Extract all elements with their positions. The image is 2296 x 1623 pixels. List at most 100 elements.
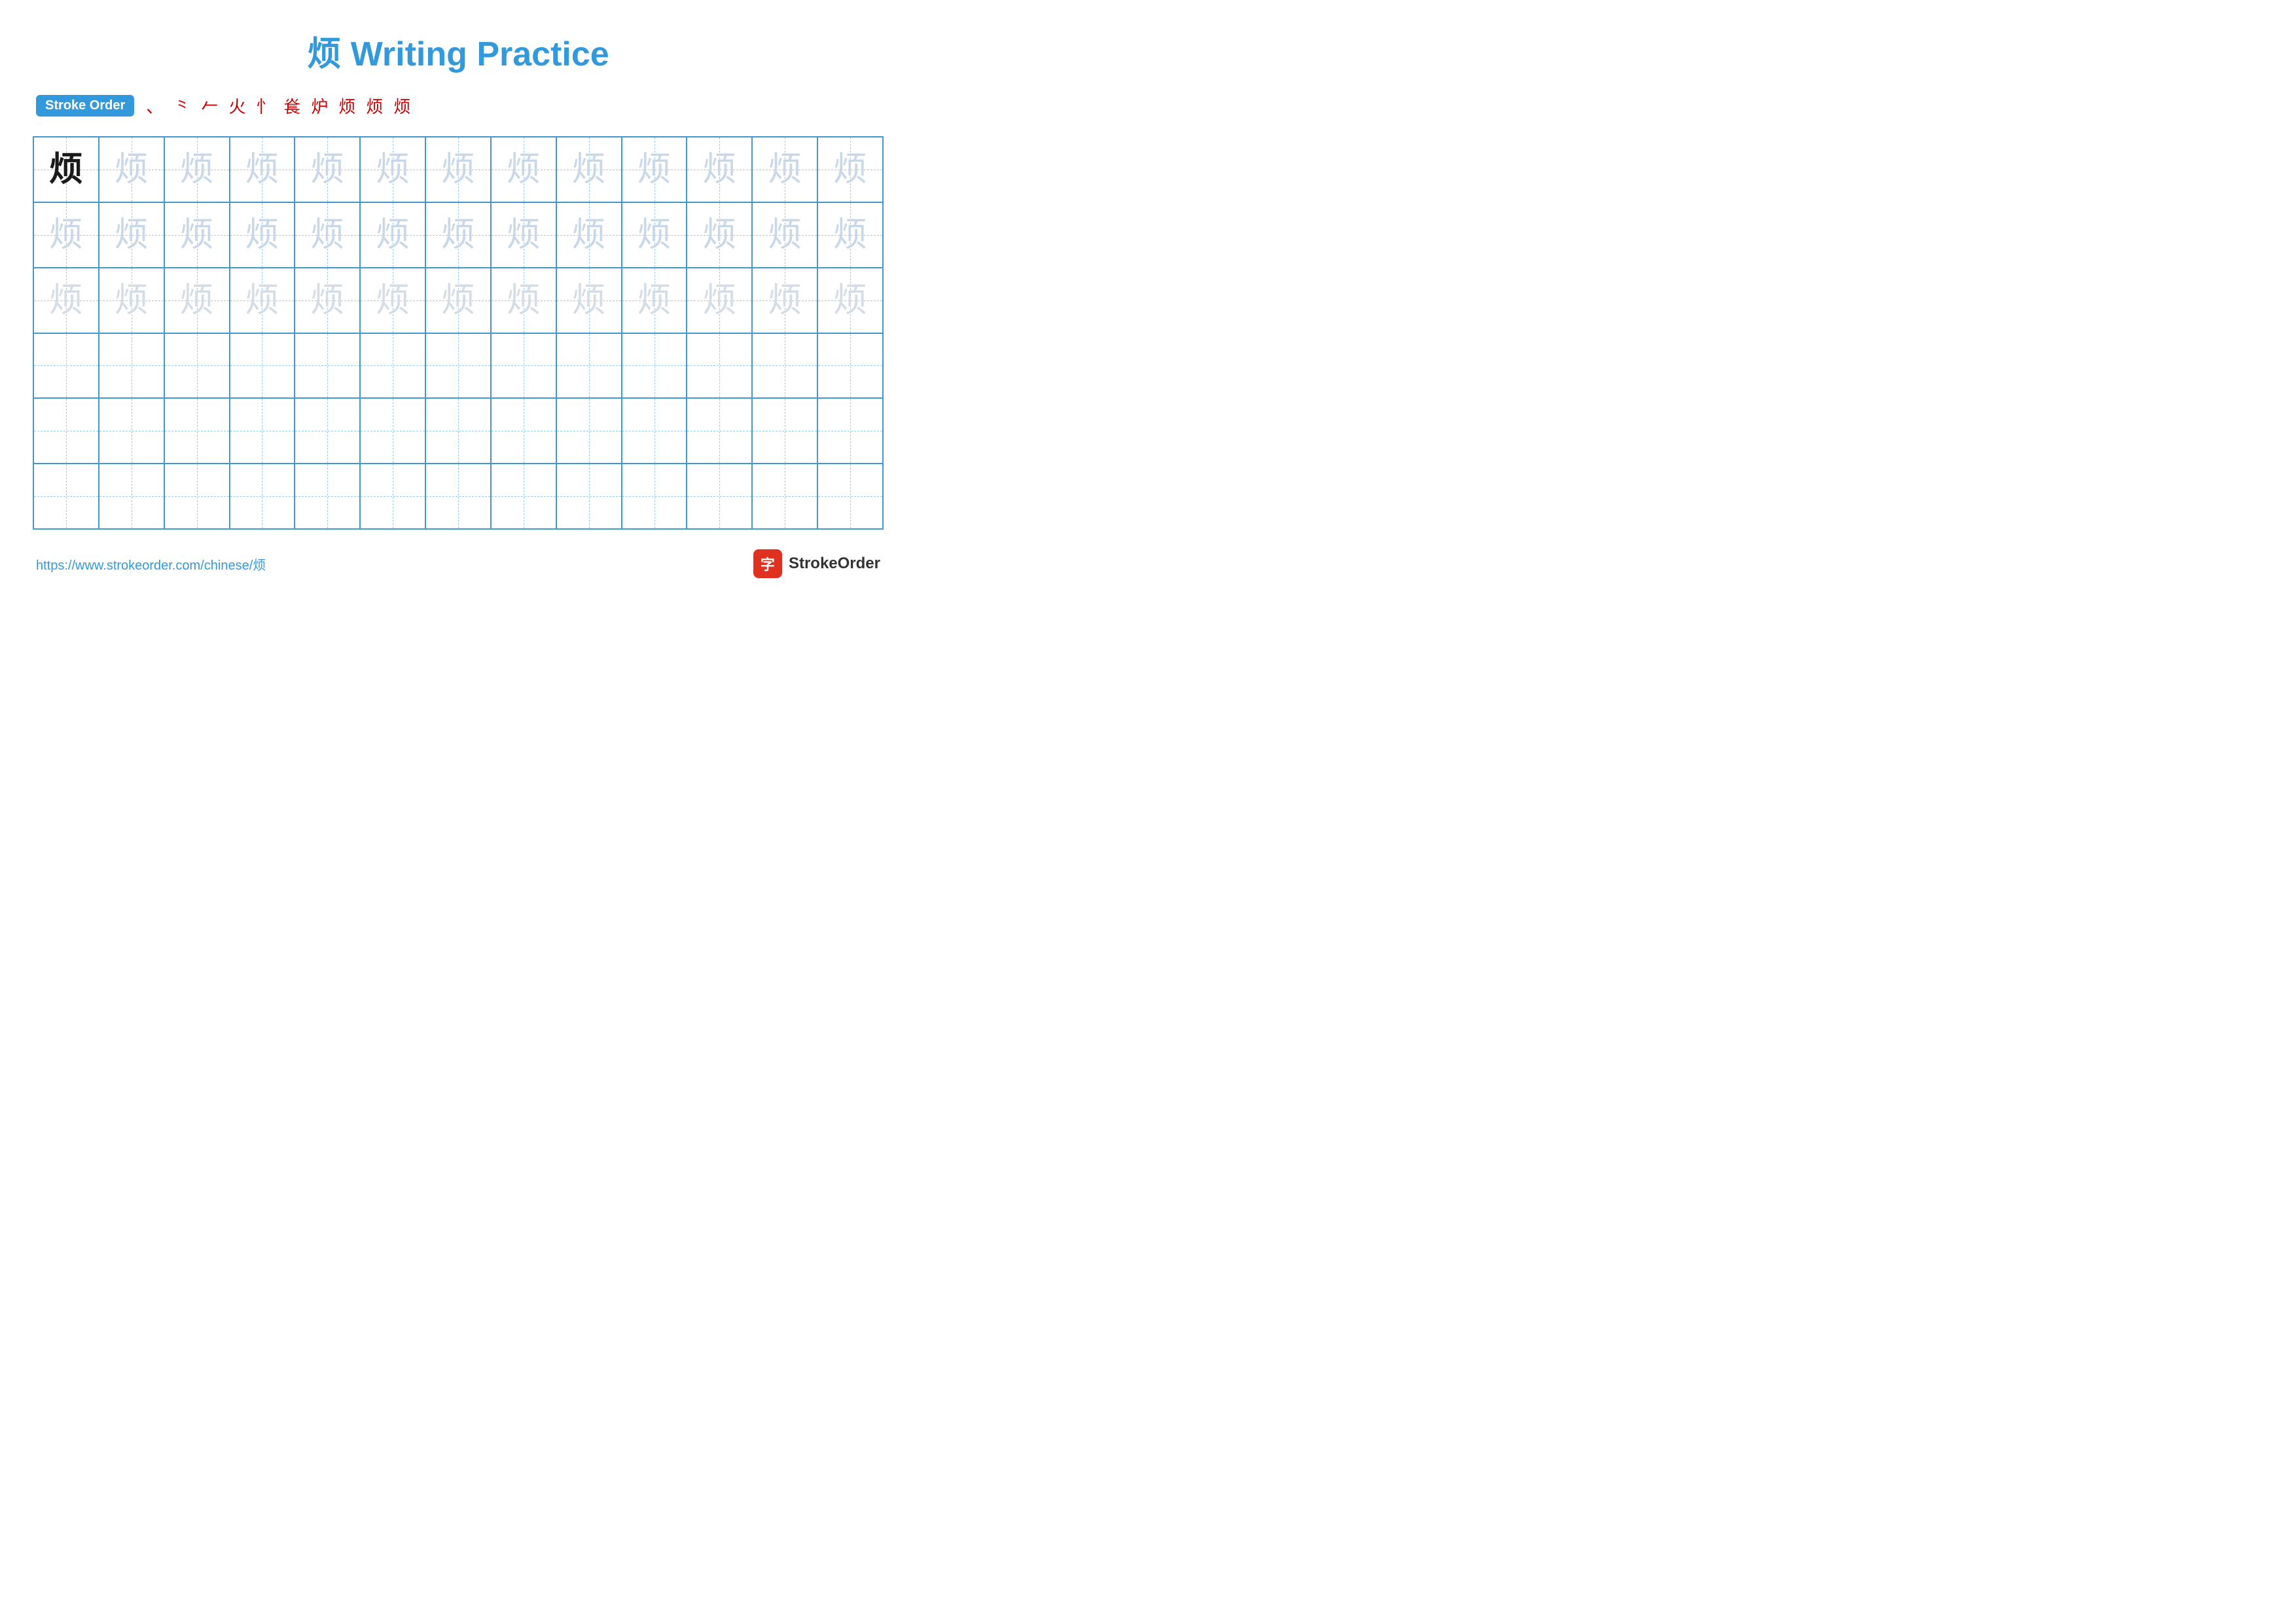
grid-row-2: 烦 烦 烦 烦 烦 烦 烦 烦 烦 烦 烦 烦 烦 — [33, 202, 883, 268]
grid-cell-r3-c13: 烦 — [817, 268, 883, 333]
grid-cell-r4-c3[interactable] — [164, 333, 230, 399]
grid-cell-r6-c3[interactable] — [164, 464, 230, 529]
grid-row-6 — [33, 464, 883, 529]
grid-cell-r1-c6: 烦 — [360, 137, 425, 202]
grid-cell-r4-c13[interactable] — [817, 333, 883, 399]
grid-cell-r6-c9[interactable] — [556, 464, 622, 529]
grid-cell-r4-c12[interactable] — [752, 333, 817, 399]
page-title: 烦 Writing Practice — [33, 26, 884, 75]
grid-cell-r4-c9[interactable] — [556, 333, 622, 399]
grid-cell-r6-c5[interactable] — [295, 464, 360, 529]
stroke-step-3: 𠂉 — [201, 94, 218, 118]
grid-cell-r5-c9[interactable] — [556, 398, 622, 464]
grid-cell-r3-c5: 烦 — [295, 268, 360, 333]
grid-cell-r1-c12: 烦 — [752, 137, 817, 202]
grid-cell-r3-c4: 烦 — [230, 268, 295, 333]
grid-cell-r1-c10: 烦 — [622, 137, 687, 202]
grid-cell-r6-c7[interactable] — [425, 464, 491, 529]
grid-cell-r5-c11[interactable] — [687, 398, 752, 464]
stroke-step-1: 、 — [146, 94, 163, 118]
grid-cell-r2-c10: 烦 — [622, 202, 687, 268]
grid-cell-r6-c11[interactable] — [687, 464, 752, 529]
grid-cell-r6-c6[interactable] — [360, 464, 425, 529]
grid-cell-r4-c5[interactable] — [295, 333, 360, 399]
stroke-step-2: ⺀ — [173, 94, 190, 118]
grid-row-1: 烦 烦 烦 烦 烦 烦 烦 烦 烦 烦 烦 烦 烦 — [33, 137, 883, 202]
grid-cell-r2-c11: 烦 — [687, 202, 752, 268]
grid-cell-r6-c4[interactable] — [230, 464, 295, 529]
grid-cell-r2-c5: 烦 — [295, 202, 360, 268]
grid-cell-r3-c2: 烦 — [99, 268, 164, 333]
grid-cell-r5-c2[interactable] — [99, 398, 164, 464]
grid-cell-r2-c1: 烦 — [33, 202, 99, 268]
grid-cell-r4-c11[interactable] — [687, 333, 752, 399]
stroke-step-7: 炉 — [311, 94, 328, 118]
grid-cell-r1-c2: 烦 — [99, 137, 164, 202]
grid-cell-r1-c13: 烦 — [817, 137, 883, 202]
grid-cell-r5-c5[interactable] — [295, 398, 360, 464]
grid-cell-r5-c12[interactable] — [752, 398, 817, 464]
grid-cell-r5-c4[interactable] — [230, 398, 295, 464]
grid-cell-r5-c6[interactable] — [360, 398, 425, 464]
grid-cell-r3-c9: 烦 — [556, 268, 622, 333]
grid-cell-r2-c12: 烦 — [752, 202, 817, 268]
stroke-order-row: Stroke Order 、 ⺀ 𠂉 火 忄 㷃 炉 烦 烦 烦 — [33, 94, 884, 118]
grid-cell-r4-c6[interactable] — [360, 333, 425, 399]
grid-cell-r3-c7: 烦 — [425, 268, 491, 333]
grid-row-3: 烦 烦 烦 烦 烦 烦 烦 烦 烦 烦 烦 烦 烦 — [33, 268, 883, 333]
grid-cell-r2-c6: 烦 — [360, 202, 425, 268]
grid-cell-r1-c5: 烦 — [295, 137, 360, 202]
grid-cell-r4-c7[interactable] — [425, 333, 491, 399]
grid-cell-r3-c11: 烦 — [687, 268, 752, 333]
grid-cell-r6-c10[interactable] — [622, 464, 687, 529]
grid-cell-r5-c13[interactable] — [817, 398, 883, 464]
grid-cell-r2-c7: 烦 — [425, 202, 491, 268]
grid-cell-r2-c4: 烦 — [230, 202, 295, 268]
grid-cell-r1-c3: 烦 — [164, 137, 230, 202]
grid-cell-r2-c3: 烦 — [164, 202, 230, 268]
grid-cell-r3-c12: 烦 — [752, 268, 817, 333]
grid-cell-r1-c7: 烦 — [425, 137, 491, 202]
stroke-step-8: 烦 — [338, 94, 355, 118]
grid-cell-r2-c2: 烦 — [99, 202, 164, 268]
stroke-step-6: 㷃 — [283, 94, 300, 118]
footer-url[interactable]: https://www.strokeorder.com/chinese/烦 — [36, 555, 266, 574]
grid-cell-r6-c8[interactable] — [491, 464, 556, 529]
footer-logo-text: StrokeOrder — [789, 555, 880, 573]
grid-cell-r4-c2[interactable] — [99, 333, 164, 399]
stroke-steps: 、 ⺀ 𠂉 火 忄 㷃 炉 烦 烦 烦 — [146, 94, 410, 118]
footer-logo: 字 StrokeOrder — [753, 549, 880, 578]
grid-cell-r5-c10[interactable] — [622, 398, 687, 464]
grid-cell-r4-c10[interactable] — [622, 333, 687, 399]
grid-row-4 — [33, 333, 883, 399]
grid-cell-r5-c8[interactable] — [491, 398, 556, 464]
grid-cell-r1-c9: 烦 — [556, 137, 622, 202]
grid-cell-r4-c1[interactable] — [33, 333, 99, 399]
stroke-step-5: 忄 — [256, 94, 273, 118]
grid-cell-r6-c1[interactable] — [33, 464, 99, 529]
grid-cell-r5-c3[interactable] — [164, 398, 230, 464]
stroke-step-4: 火 — [228, 94, 245, 118]
grid-cell-r4-c4[interactable] — [230, 333, 295, 399]
stroke-step-10: 烦 — [393, 94, 410, 118]
grid-cell-r3-c6: 烦 — [360, 268, 425, 333]
footer: https://www.strokeorder.com/chinese/烦 字 … — [33, 549, 884, 578]
grid-cell-r3-c10: 烦 — [622, 268, 687, 333]
practice-grid: 烦 烦 烦 烦 烦 烦 烦 烦 烦 烦 烦 烦 烦 烦 烦 烦 烦 烦 烦 烦 … — [33, 136, 884, 530]
stroke-step-9: 烦 — [366, 94, 383, 118]
grid-cell-r6-c12[interactable] — [752, 464, 817, 529]
grid-cell-r4-c8[interactable] — [491, 333, 556, 399]
grid-cell-r2-c13: 烦 — [817, 202, 883, 268]
grid-cell-r5-c7[interactable] — [425, 398, 491, 464]
grid-row-5 — [33, 398, 883, 464]
grid-cell-r1-c8: 烦 — [491, 137, 556, 202]
grid-cell-r3-c1: 烦 — [33, 268, 99, 333]
grid-cell-r2-c9: 烦 — [556, 202, 622, 268]
grid-cell-r3-c8: 烦 — [491, 268, 556, 333]
stroke-order-badge: Stroke Order — [36, 95, 134, 117]
grid-cell-r3-c3: 烦 — [164, 268, 230, 333]
grid-cell-r6-c2[interactable] — [99, 464, 164, 529]
grid-cell-r6-c13[interactable] — [817, 464, 883, 529]
grid-cell-r5-c1[interactable] — [33, 398, 99, 464]
footer-logo-icon: 字 — [753, 549, 782, 578]
